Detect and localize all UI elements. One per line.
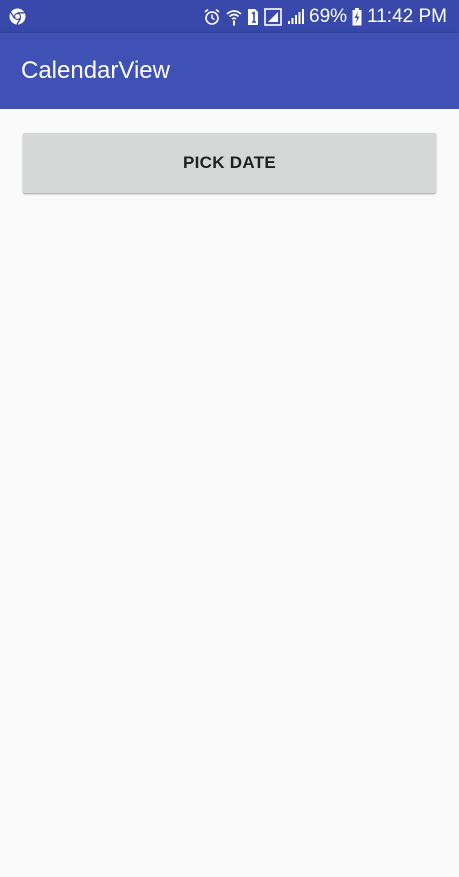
battery-charging-icon [352, 7, 362, 26]
sim-1-icon [247, 8, 259, 26]
screen-signal-icon [264, 7, 282, 26]
alarm-icon [203, 8, 221, 26]
main-content: PICK DATE [0, 109, 459, 877]
pick-date-label: PICK DATE [182, 153, 277, 172]
wifi-icon [226, 8, 242, 26]
status-bar: 69% 11:42 PM [0, 0, 459, 33]
status-icons: 69% 11:42 PM [203, 0, 447, 33]
app-bar: CalendarView [0, 33, 459, 109]
pick-date-button[interactable]: PICK DATE [23, 133, 436, 193]
cell-signal-icon [287, 8, 305, 25]
chrome-icon [9, 8, 26, 25]
app-title: CalendarView [21, 57, 170, 84]
clock: 11:42 PM [367, 6, 447, 27]
battery-percent: 69% [309, 6, 348, 27]
